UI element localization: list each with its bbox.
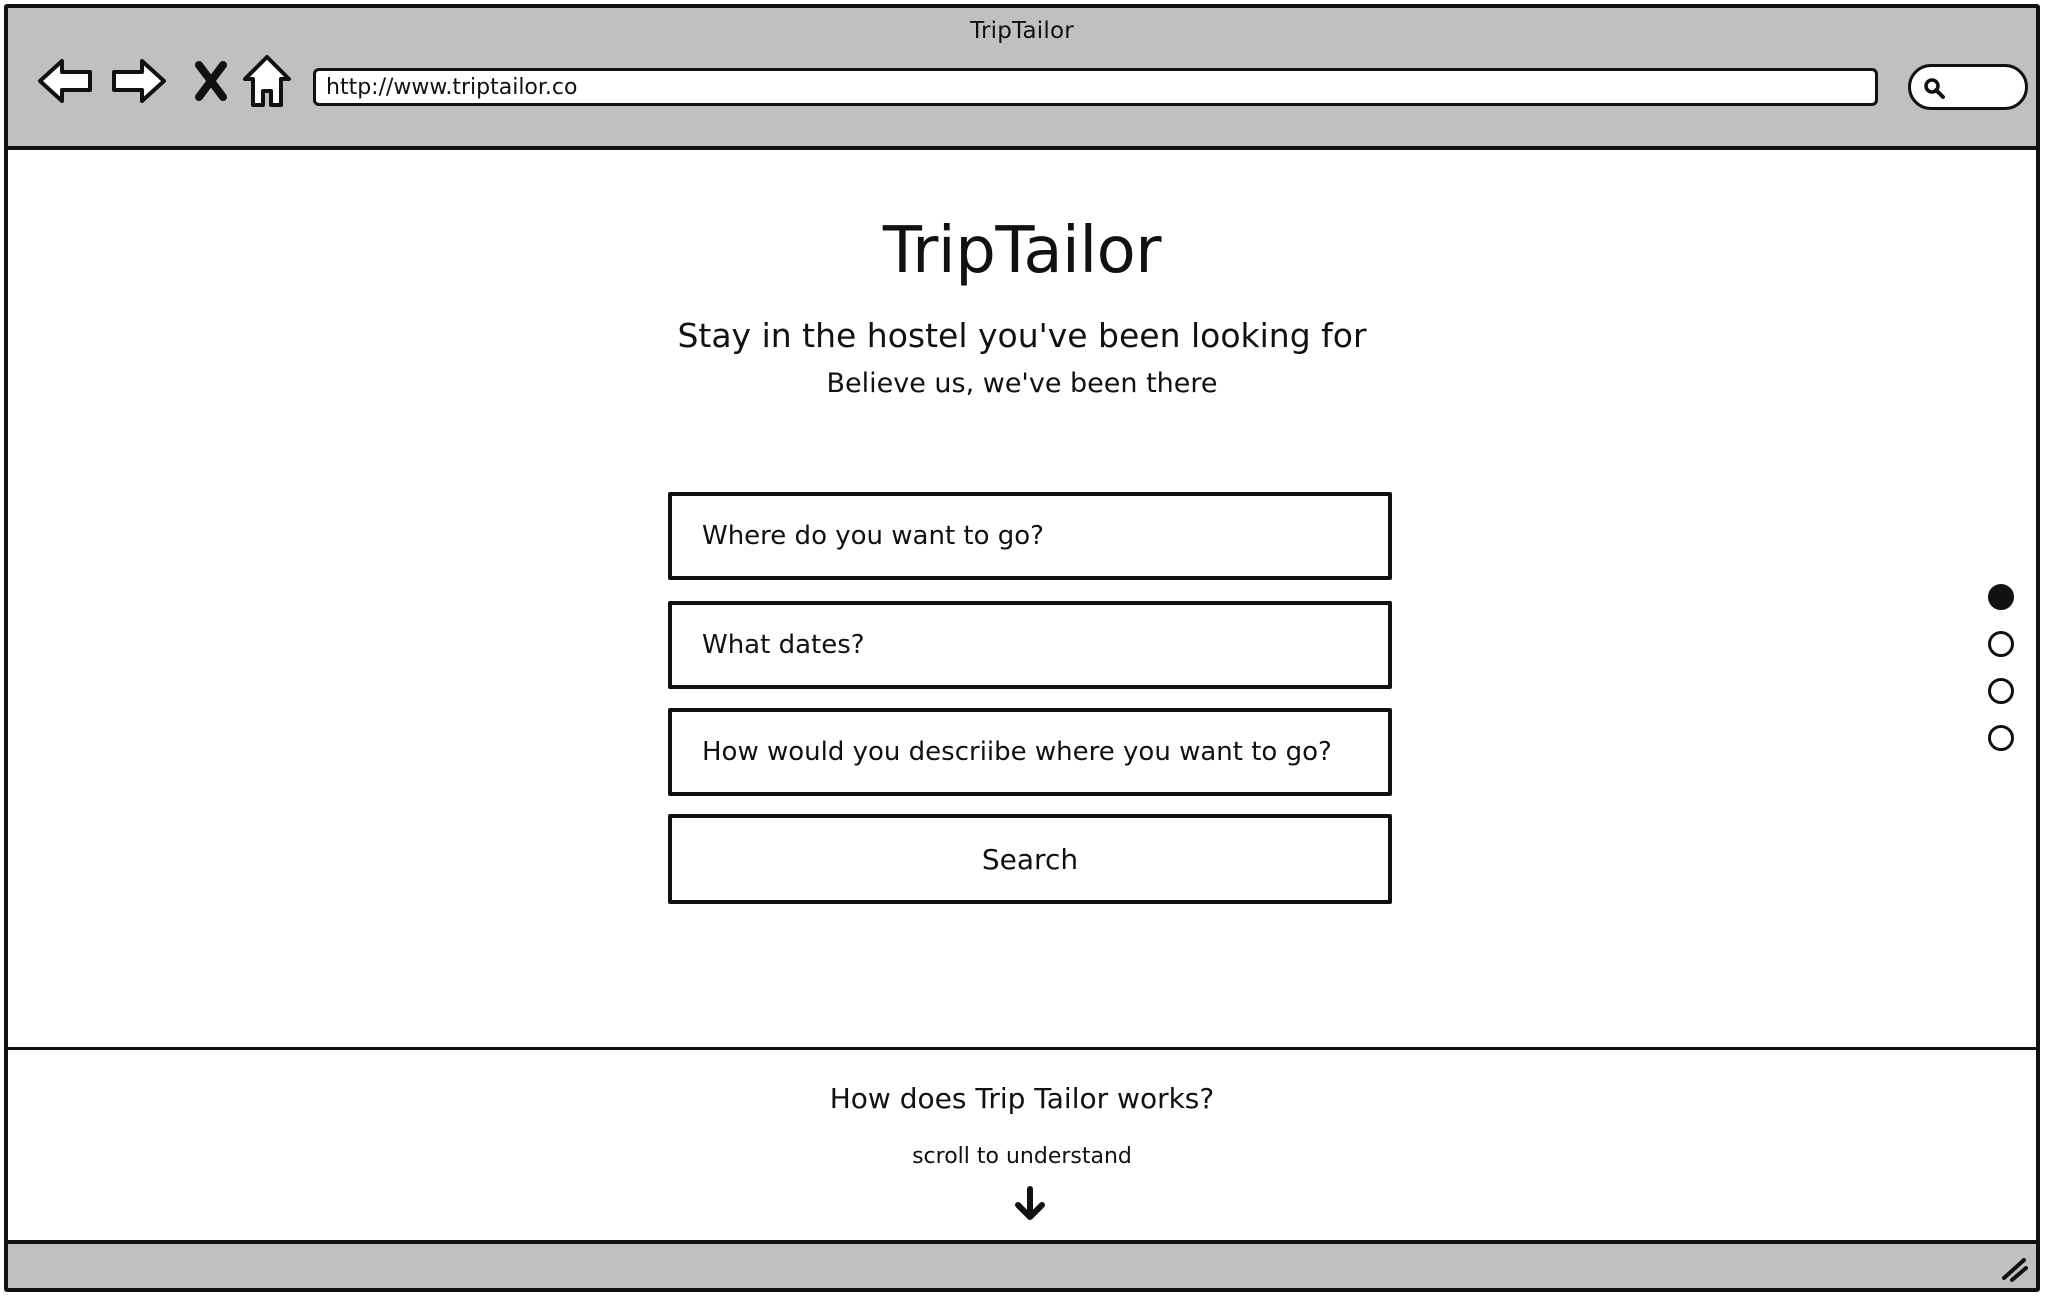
pagination-dot-4[interactable] <box>1988 725 2014 751</box>
forward-button[interactable] <box>108 50 170 112</box>
description-input[interactable] <box>668 708 1392 796</box>
brand-title: TripTailor <box>882 214 1162 288</box>
section-divider <box>8 1047 2036 1050</box>
tagline: Stay in the hostel you've been looking f… <box>677 316 1367 355</box>
home-icon <box>243 55 291 107</box>
page-content: TripTailor Stay in the hostel you've bee… <box>8 150 2036 1248</box>
search-button[interactable]: Search <box>668 814 1392 904</box>
pagination-dot-3[interactable] <box>1988 678 2014 704</box>
pagination-dots <box>1988 584 2018 772</box>
pagination-dot-1[interactable] <box>1988 584 2014 610</box>
pagination-dot-2[interactable] <box>1988 631 2014 657</box>
back-arrow-icon <box>38 59 92 103</box>
destination-input[interactable] <box>668 492 1392 580</box>
arrow-down-icon[interactable] <box>1014 1186 1046 1222</box>
sub-tagline: Believe us, we've been there <box>826 368 1218 399</box>
search-icon <box>1924 78 1945 99</box>
scroll-hint: scroll to understand <box>912 1144 1132 1169</box>
forward-arrow-icon <box>112 59 166 103</box>
close-icon <box>195 61 227 101</box>
back-button[interactable] <box>34 50 96 112</box>
dates-input[interactable] <box>668 601 1392 689</box>
window-title: TripTailor <box>970 18 1074 44</box>
status-bar <box>8 1240 2036 1288</box>
address-bar[interactable] <box>313 68 1878 106</box>
home-button[interactable] <box>236 50 298 112</box>
browser-toolbar: TripTailor <box>8 8 2036 150</box>
browser-search-button[interactable] <box>1908 64 2028 110</box>
how-it-works-title: How does Trip Tailor works? <box>829 1082 1215 1115</box>
browser-window: TripTailor http://www.triptailor.co Trip… <box>4 4 2040 1292</box>
stop-button[interactable] <box>180 50 242 112</box>
resize-grip-icon[interactable] <box>1998 1252 2028 1282</box>
